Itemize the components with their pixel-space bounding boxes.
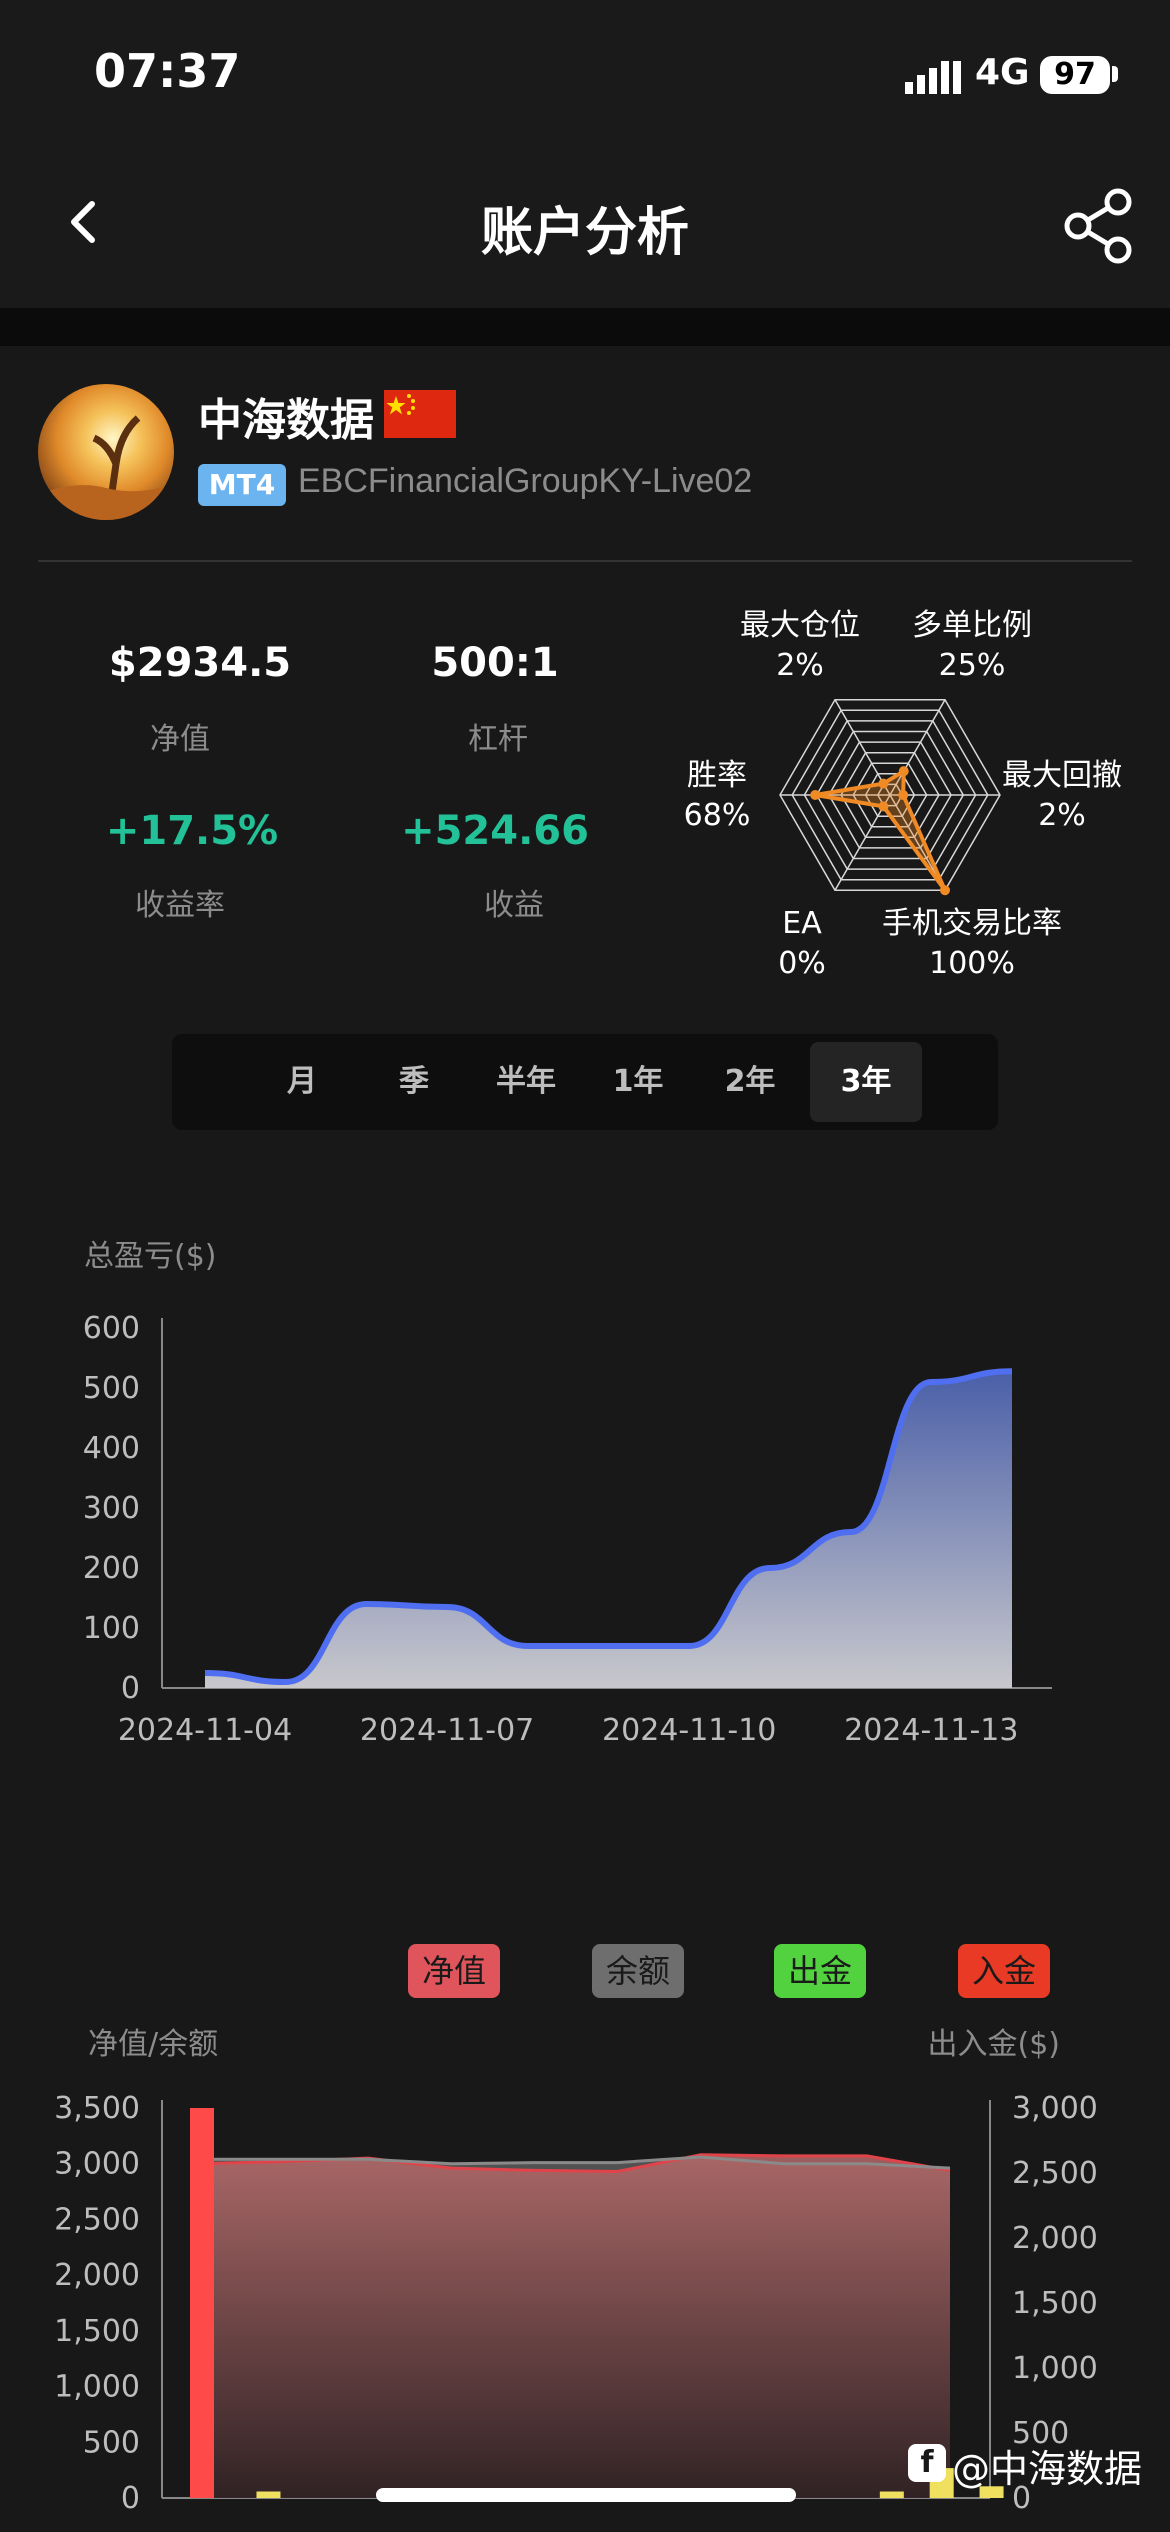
- yield-value: +17.5%: [105, 808, 279, 854]
- period-2y[interactable]: 2年: [694, 1034, 806, 1130]
- legend-balance[interactable]: 余额: [592, 1944, 685, 1998]
- cn-flag-icon: [384, 390, 456, 438]
- right-tick-label: 1,500: [1012, 2286, 1098, 2321]
- pnl-chart: 总盈亏($) 0 100 200 300 400 500 600 2024-11-04 2024-…: [83, 1239, 1052, 1748]
- x-tick-label: 2024-11-07: [360, 1713, 534, 1748]
- avatar[interactable]: [38, 384, 174, 520]
- chart-ylabel: 总盈亏($): [84, 1239, 217, 1274]
- left-tick-label: 3,000: [54, 2147, 140, 2182]
- y-tick-label: 200: [83, 1551, 140, 1586]
- account-name: EBCFinancialGroupKY-Live02: [298, 462, 753, 500]
- period-quarter[interactable]: 季: [358, 1034, 470, 1130]
- legend-withdraw[interactable]: 出金: [774, 1944, 867, 1998]
- radar-point: [898, 766, 909, 777]
- network-label: 4G: [975, 52, 1030, 93]
- battery-icon: 97: [1040, 56, 1110, 94]
- x-tick-label: 2024-11-04: [118, 1713, 292, 1748]
- y-tick-label: 100: [83, 1611, 140, 1646]
- radar-point: [898, 790, 909, 800]
- y-tick-label: 500: [83, 1371, 140, 1406]
- radar-label-max-drawdown: 最大回撤 2%: [1002, 758, 1122, 833]
- radar-point: [878, 801, 889, 812]
- equity-value: $2934.5: [108, 640, 292, 686]
- right-axis-label: 出入金($): [928, 2027, 1061, 2062]
- radar-label-ea: EA 0%: [778, 906, 826, 981]
- right-tick-label: 2,500: [1012, 2156, 1098, 2191]
- status-time: 07:37: [94, 44, 241, 98]
- left-tick-label: 1,000: [54, 2370, 140, 2405]
- signal-icon: [905, 61, 961, 94]
- x-tick-label: 2024-11-13: [844, 1713, 1018, 1748]
- battery-tip: [1112, 66, 1118, 82]
- radar-point: [940, 885, 950, 896]
- leverage-value: 500:1: [431, 640, 559, 686]
- left-tick-label: 500: [83, 2425, 140, 2460]
- left-tick-label: 3,500: [54, 2091, 140, 2126]
- home-indicator[interactable]: [376, 2488, 796, 2502]
- page-title: 账户分析: [480, 203, 689, 263]
- leverage-label: 杠杆: [468, 722, 528, 757]
- tree-silhouette: [38, 415, 174, 520]
- deposit-bar: [190, 2108, 214, 2498]
- user-name: 中海数据: [198, 395, 374, 446]
- y-tick-label: 600: [83, 1311, 140, 1346]
- y-tick-label: 300: [83, 1491, 140, 1526]
- right-tick-label: 2,000: [1012, 2221, 1098, 2256]
- section-divider: [0, 308, 1170, 346]
- right-tick-label: 3,000: [1012, 2091, 1098, 2126]
- period-3y[interactable]: 3年: [810, 1042, 922, 1122]
- profit-label: 收益: [484, 888, 544, 923]
- equity-label: 净值: [150, 722, 210, 757]
- x-tick-label: 2024-11-10: [602, 1713, 776, 1748]
- divider: [38, 560, 1132, 562]
- left-tick-label: 0: [121, 2481, 140, 2516]
- platform-badge: MT4: [198, 464, 286, 506]
- legend-deposit[interactable]: 入金: [958, 1944, 1051, 1998]
- y-tick-label: 400: [83, 1431, 140, 1466]
- radar-label-long-ratio: 多单比例 25%: [912, 608, 1032, 683]
- period-month[interactable]: 月: [246, 1034, 358, 1130]
- period-half-year[interactable]: 半年: [470, 1034, 582, 1130]
- watermark: @中海数据: [952, 2447, 1143, 2491]
- equity-area: [202, 2154, 950, 2498]
- deposit-bar: [879, 2491, 904, 2498]
- period-1y[interactable]: 1年: [582, 1034, 694, 1130]
- profit-value: +524.66: [401, 808, 589, 854]
- radar-chart: [779, 698, 1001, 896]
- share-icon[interactable]: [1060, 186, 1140, 266]
- left-tick-label: 2,500: [54, 2202, 140, 2237]
- deposit-bar: [256, 2491, 281, 2498]
- left-tick-label: 2,000: [54, 2258, 140, 2293]
- y-tick-label: 0: [121, 1671, 140, 1706]
- radar-point: [878, 778, 889, 789]
- left-axis-label: 净值/余额: [88, 2027, 218, 2062]
- radar-label-max-position: 最大仓位 2%: [740, 608, 860, 683]
- right-tick-label: 1,000: [1012, 2351, 1098, 2386]
- radar-area: [814, 767, 947, 892]
- legend-equity[interactable]: 净值: [408, 1944, 501, 1998]
- brand-icon: f: [908, 2444, 946, 2482]
- radar-label-win-rate: 胜率 68%: [683, 758, 751, 833]
- radar-label-mobile-ratio: 手机交易比率 100%: [882, 906, 1062, 981]
- yield-label: 收益率: [135, 888, 225, 923]
- radar-point: [810, 790, 821, 800]
- left-tick-label: 1,500: [54, 2314, 140, 2349]
